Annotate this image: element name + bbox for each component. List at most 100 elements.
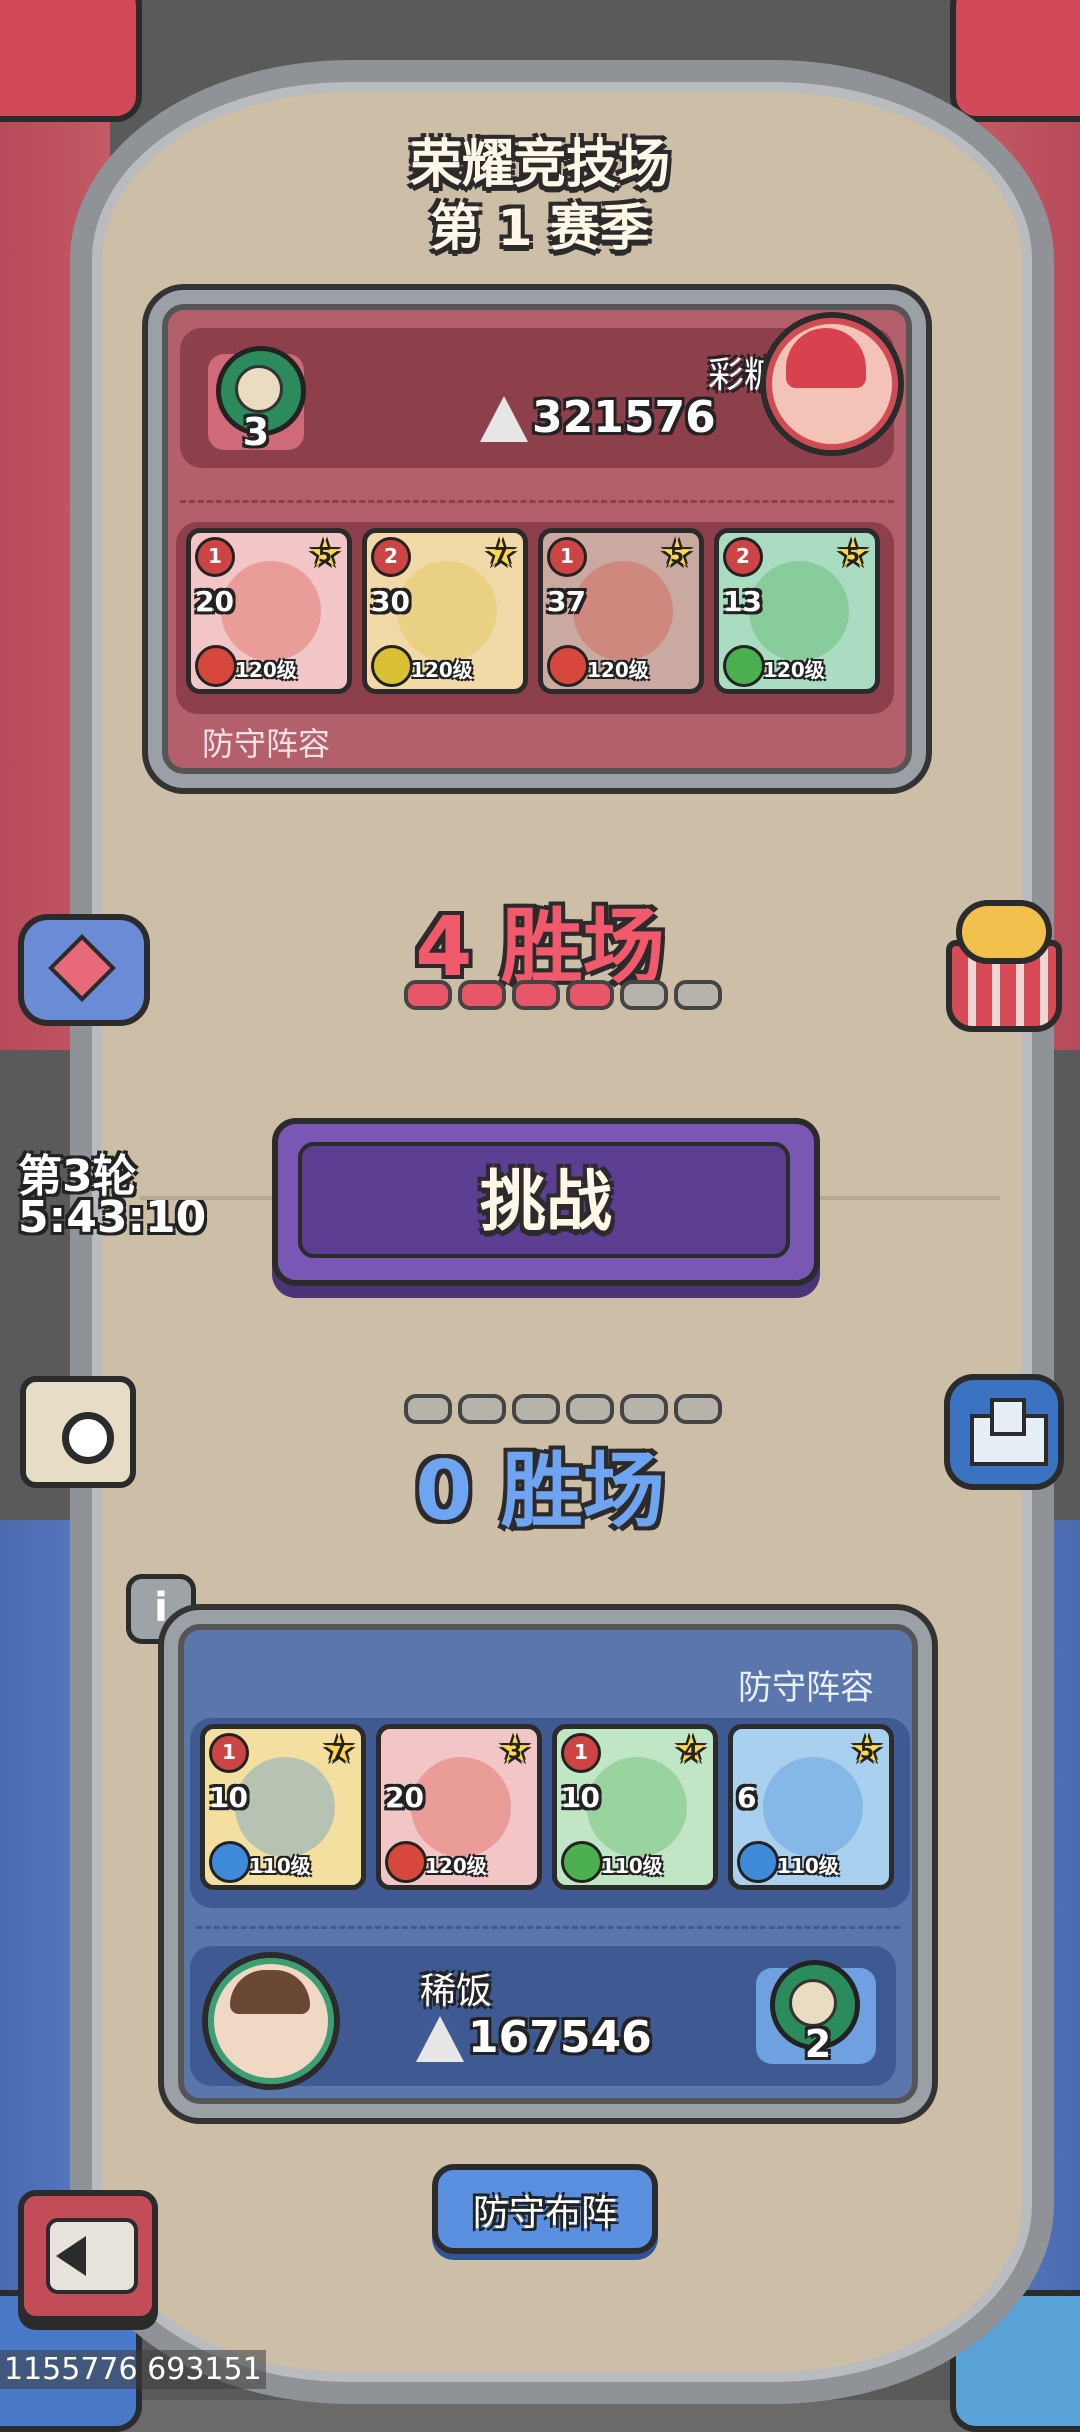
opponent-hero-card[interactable]: 2 ★ 7 30 120级 xyxy=(362,528,528,694)
opponent-hero-card[interactable]: 1 ★ 5 20 120级 xyxy=(186,528,352,694)
challenge-button-label: 挑战 xyxy=(480,1163,612,1240)
hero-level: 110级 xyxy=(777,1854,839,1878)
hero-number: 13 xyxy=(723,585,762,618)
wind-element-icon xyxy=(723,645,765,687)
player-info-bar: 稀饭 167546 2 xyxy=(190,1946,896,2090)
hero-portrait xyxy=(763,1757,863,1857)
hero-star-icon: ★ 7 xyxy=(483,531,519,575)
win-progress-dot xyxy=(458,1394,506,1424)
hero-portrait xyxy=(235,1757,335,1857)
power-icon xyxy=(416,2016,466,2066)
back-arrow-icon xyxy=(46,2218,138,2294)
player-wins-label: 0 胜场 xyxy=(415,1444,665,1539)
win-progress-dot xyxy=(512,1394,560,1424)
opponent-info-bar: 3 彩糖 321576 xyxy=(180,312,904,468)
divider xyxy=(196,1926,900,1929)
opponent-hero-card[interactable]: 2 ★ 5 13 120级 xyxy=(714,528,880,694)
defense-setup-button[interactable]: 防守布阵 xyxy=(432,2164,658,2254)
player-hero-card[interactable]: ★ 5 6 110级 xyxy=(728,1724,894,1890)
fire-element-icon xyxy=(547,645,589,687)
hero-portrait xyxy=(397,561,497,661)
hero-star-icon: ★ 5 xyxy=(835,531,871,575)
hero-rank-badge: 1 xyxy=(547,537,587,577)
player-name: 稀饭 xyxy=(420,1971,493,2012)
hero-level: 120级 xyxy=(411,658,473,682)
hero-rank-badge: 2 xyxy=(723,537,763,577)
red-corner-ornament xyxy=(950,0,1080,122)
divider xyxy=(180,500,894,503)
win-progress-dot xyxy=(620,1394,668,1424)
fire-element-icon xyxy=(385,1841,427,1883)
fire-element-icon xyxy=(195,645,237,687)
win-progress-dot xyxy=(674,1394,722,1424)
hero-star-icon: ★ 5 xyxy=(659,531,695,575)
challenge-button[interactable]: 挑战 xyxy=(272,1118,820,1286)
medal-slot: 2 xyxy=(756,1960,876,2066)
player-hero-card[interactable]: 1 ★ 7 10 110级 xyxy=(200,1724,366,1890)
water-element-icon xyxy=(737,1841,779,1883)
back-button[interactable] xyxy=(18,2190,158,2322)
opponent-name: 彩糖 xyxy=(707,355,780,396)
opponent-power: 321576 xyxy=(532,392,716,443)
hero-rank-badge: 1 xyxy=(209,1733,249,1773)
win-progress-dot xyxy=(512,980,560,1010)
win-progress-dot xyxy=(458,980,506,1010)
arena-title: 荣耀竞技场 xyxy=(409,135,670,195)
defense-setup-label: 防守布阵 xyxy=(472,2193,617,2234)
hero-portrait xyxy=(221,561,321,661)
hero-number: 37 xyxy=(547,585,586,618)
lineup-label: 防守阵容 xyxy=(738,1668,874,1708)
wind-element-icon xyxy=(561,1841,603,1883)
hero-portrait xyxy=(411,1757,511,1857)
player-panel: 防守阵容 1 ★ 7 10 110级 ★ 3 20 120级 1 ★ 4 10 110… xyxy=(164,1610,932,2118)
water-element-icon xyxy=(209,1841,251,1883)
opponent-hero-list: 1 ★ 5 20 120级 2 ★ 7 30 120级 1 ★ 5 37 120级 2… xyxy=(176,522,894,714)
win-progress-dot xyxy=(566,1394,614,1424)
player-hero-card[interactable]: 1 ★ 4 10 110级 xyxy=(552,1724,718,1890)
hero-level: 120级 xyxy=(587,658,649,682)
hero-level: 120级 xyxy=(235,658,297,682)
hero-number: 30 xyxy=(371,585,410,618)
hero-number: 10 xyxy=(209,1781,248,1814)
hero-star-icon: ★ 3 xyxy=(497,1727,533,1771)
opponent-hero-card[interactable]: 1 ★ 5 37 120级 xyxy=(538,528,704,694)
win-progress-dot xyxy=(404,1394,452,1424)
hero-level: 110级 xyxy=(601,1854,663,1878)
hero-level: 120级 xyxy=(763,658,825,682)
opponent-avatar[interactable] xyxy=(760,312,904,456)
win-progress-dot xyxy=(620,980,668,1010)
hero-level: 110级 xyxy=(249,1854,311,1878)
win-progress-dot xyxy=(566,980,614,1010)
hero-number: 6 xyxy=(737,1781,757,1814)
hero-portrait xyxy=(573,561,673,661)
win-progress-dot xyxy=(404,980,452,1010)
lineup-label: 防守阵容 xyxy=(202,725,331,763)
hero-number: 10 xyxy=(561,1781,600,1814)
earth-element-icon xyxy=(371,645,413,687)
hero-level: 120级 xyxy=(425,1854,487,1878)
medal-count: 3 xyxy=(242,410,270,454)
player-avatar[interactable] xyxy=(202,1952,340,2090)
hero-portrait xyxy=(587,1757,687,1857)
hero-star-icon: ★ 4 xyxy=(673,1727,709,1771)
hero-rank-badge: 1 xyxy=(195,537,235,577)
hero-number: 20 xyxy=(385,1781,424,1814)
medal-count: 2 xyxy=(804,2022,832,2066)
hero-rank-badge: 1 xyxy=(561,1733,601,1773)
power-icon xyxy=(480,396,530,446)
hero-star-icon: ★ 5 xyxy=(307,531,343,575)
player-hero-card[interactable]: ★ 3 20 120级 xyxy=(376,1724,542,1890)
opponent-panel: 3 彩糖 321576 1 ★ 5 20 120级 2 ★ 7 30 120级 1 … xyxy=(148,290,926,788)
player-hero-list: 1 ★ 7 10 110级 ★ 3 20 120级 1 ★ 4 10 110级 ★ 5 … xyxy=(190,1718,910,1908)
hero-star-icon: ★ 5 xyxy=(849,1727,885,1771)
player-win-progress xyxy=(404,1394,722,1424)
opponent-win-progress xyxy=(404,980,722,1010)
hero-rank-badge: 2 xyxy=(371,537,411,577)
red-corner-ornament xyxy=(0,0,142,122)
medal-slot: 3 xyxy=(208,346,306,454)
hero-number: 20 xyxy=(195,585,234,618)
player-power: 167546 xyxy=(468,2012,652,2063)
hero-portrait xyxy=(749,561,849,661)
hero-star-icon: ★ 7 xyxy=(321,1727,357,1771)
season-label: 第 1 赛季 xyxy=(430,199,650,257)
